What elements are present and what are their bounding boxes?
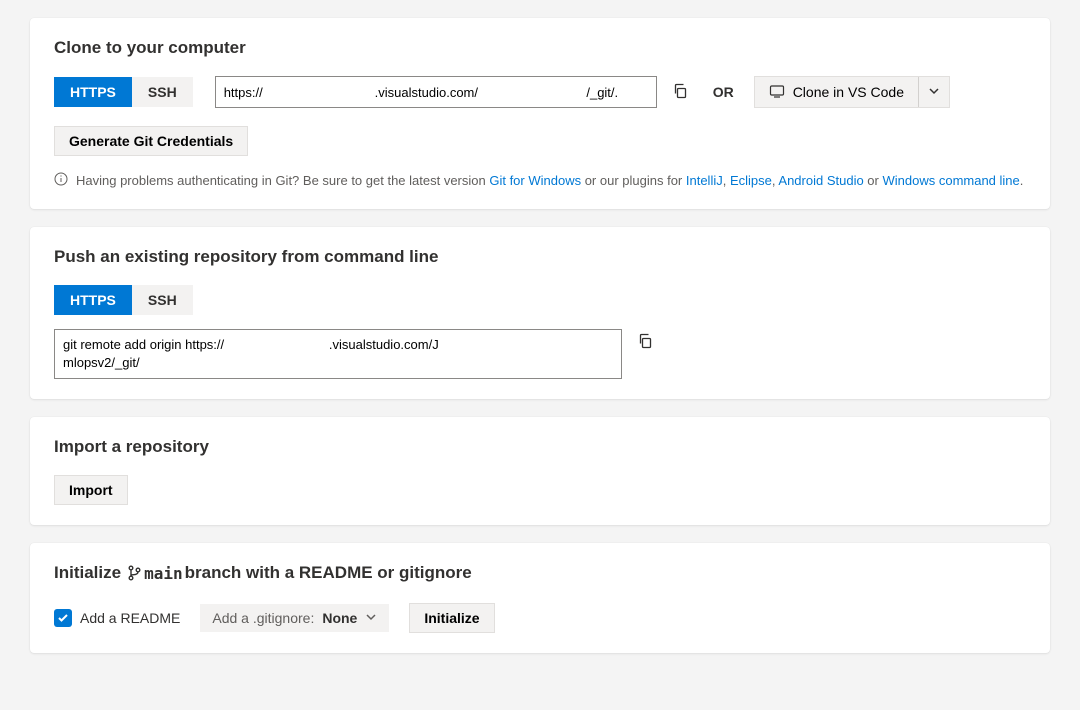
- generate-git-credentials-button[interactable]: Generate Git Credentials: [54, 126, 248, 156]
- chevron-down-icon: [365, 610, 377, 626]
- copy-icon: [672, 83, 688, 102]
- link-git-for-windows[interactable]: Git for Windows: [489, 173, 581, 188]
- clone-in-vscode-button[interactable]: Clone in VS Code: [754, 76, 950, 108]
- auth-help-content: Having problems authenticating in Git? B…: [76, 173, 1023, 188]
- generate-credentials-row: Generate Git Credentials: [54, 126, 1026, 156]
- info-icon: [54, 172, 68, 189]
- push-commands-row: [54, 329, 1026, 379]
- link-windows-cli[interactable]: Windows command line: [882, 173, 1019, 188]
- add-readme-label: Add a README: [80, 610, 180, 626]
- chevron-down-icon: [928, 84, 940, 100]
- clone-in-vscode-chevron[interactable]: [919, 77, 949, 107]
- push-card: Push an existing repository from command…: [30, 227, 1050, 399]
- copy-push-commands-button[interactable]: [632, 329, 658, 355]
- import-button[interactable]: Import: [54, 475, 128, 505]
- checkbox-checked-icon: [54, 609, 72, 627]
- tab-ssh[interactable]: SSH: [132, 77, 193, 107]
- push-tab-https[interactable]: HTTPS: [54, 285, 132, 315]
- push-tab-ssh[interactable]: SSH: [132, 285, 193, 315]
- copy-clone-url-button[interactable]: [667, 79, 693, 105]
- clone-in-vscode-label: Clone in VS Code: [793, 84, 904, 100]
- clone-protocol-tabs: HTTPS SSH: [54, 77, 193, 107]
- initialize-button[interactable]: Initialize: [409, 603, 494, 633]
- branch-name: main: [144, 564, 183, 583]
- clone-title: Clone to your computer: [54, 38, 1026, 58]
- initialize-title: Initialize main branch with a README or …: [54, 563, 1026, 583]
- link-intellij[interactable]: IntelliJ: [686, 173, 723, 188]
- gitignore-value: None: [322, 610, 357, 626]
- clone-card: Clone to your computer HTTPS SSH OR: [30, 18, 1050, 209]
- add-readme-checkbox[interactable]: Add a README: [54, 609, 180, 627]
- gitignore-label: Add a .gitignore:: [212, 610, 314, 626]
- push-commands-textarea[interactable]: [54, 329, 622, 379]
- clone-controls-row: HTTPS SSH OR Clone in VS C: [54, 76, 1026, 108]
- import-title: Import a repository: [54, 437, 1026, 457]
- clone-url-input[interactable]: [215, 76, 657, 108]
- import-card: Import a repository Import: [30, 417, 1050, 525]
- vscode-icon: [769, 83, 785, 102]
- link-eclipse[interactable]: Eclipse: [730, 173, 772, 188]
- auth-help-text: Having problems authenticating in Git? B…: [54, 172, 1026, 189]
- link-android-studio[interactable]: Android Studio: [778, 173, 863, 188]
- gitignore-select[interactable]: Add a .gitignore: None: [200, 604, 389, 632]
- push-protocol-tabs: HTTPS SSH: [54, 285, 1026, 315]
- init-title-post: branch with a README or gitignore: [185, 563, 472, 583]
- tab-https[interactable]: HTTPS: [54, 77, 132, 107]
- copy-icon: [637, 333, 653, 352]
- push-title: Push an existing repository from command…: [54, 247, 1026, 267]
- or-label: OR: [713, 84, 734, 100]
- initialize-controls-row: Add a README Add a .gitignore: None Init…: [54, 603, 1026, 633]
- initialize-card: Initialize main branch with a README or …: [30, 543, 1050, 653]
- branch-icon: [127, 565, 141, 581]
- init-title-pre: Initialize: [54, 563, 121, 583]
